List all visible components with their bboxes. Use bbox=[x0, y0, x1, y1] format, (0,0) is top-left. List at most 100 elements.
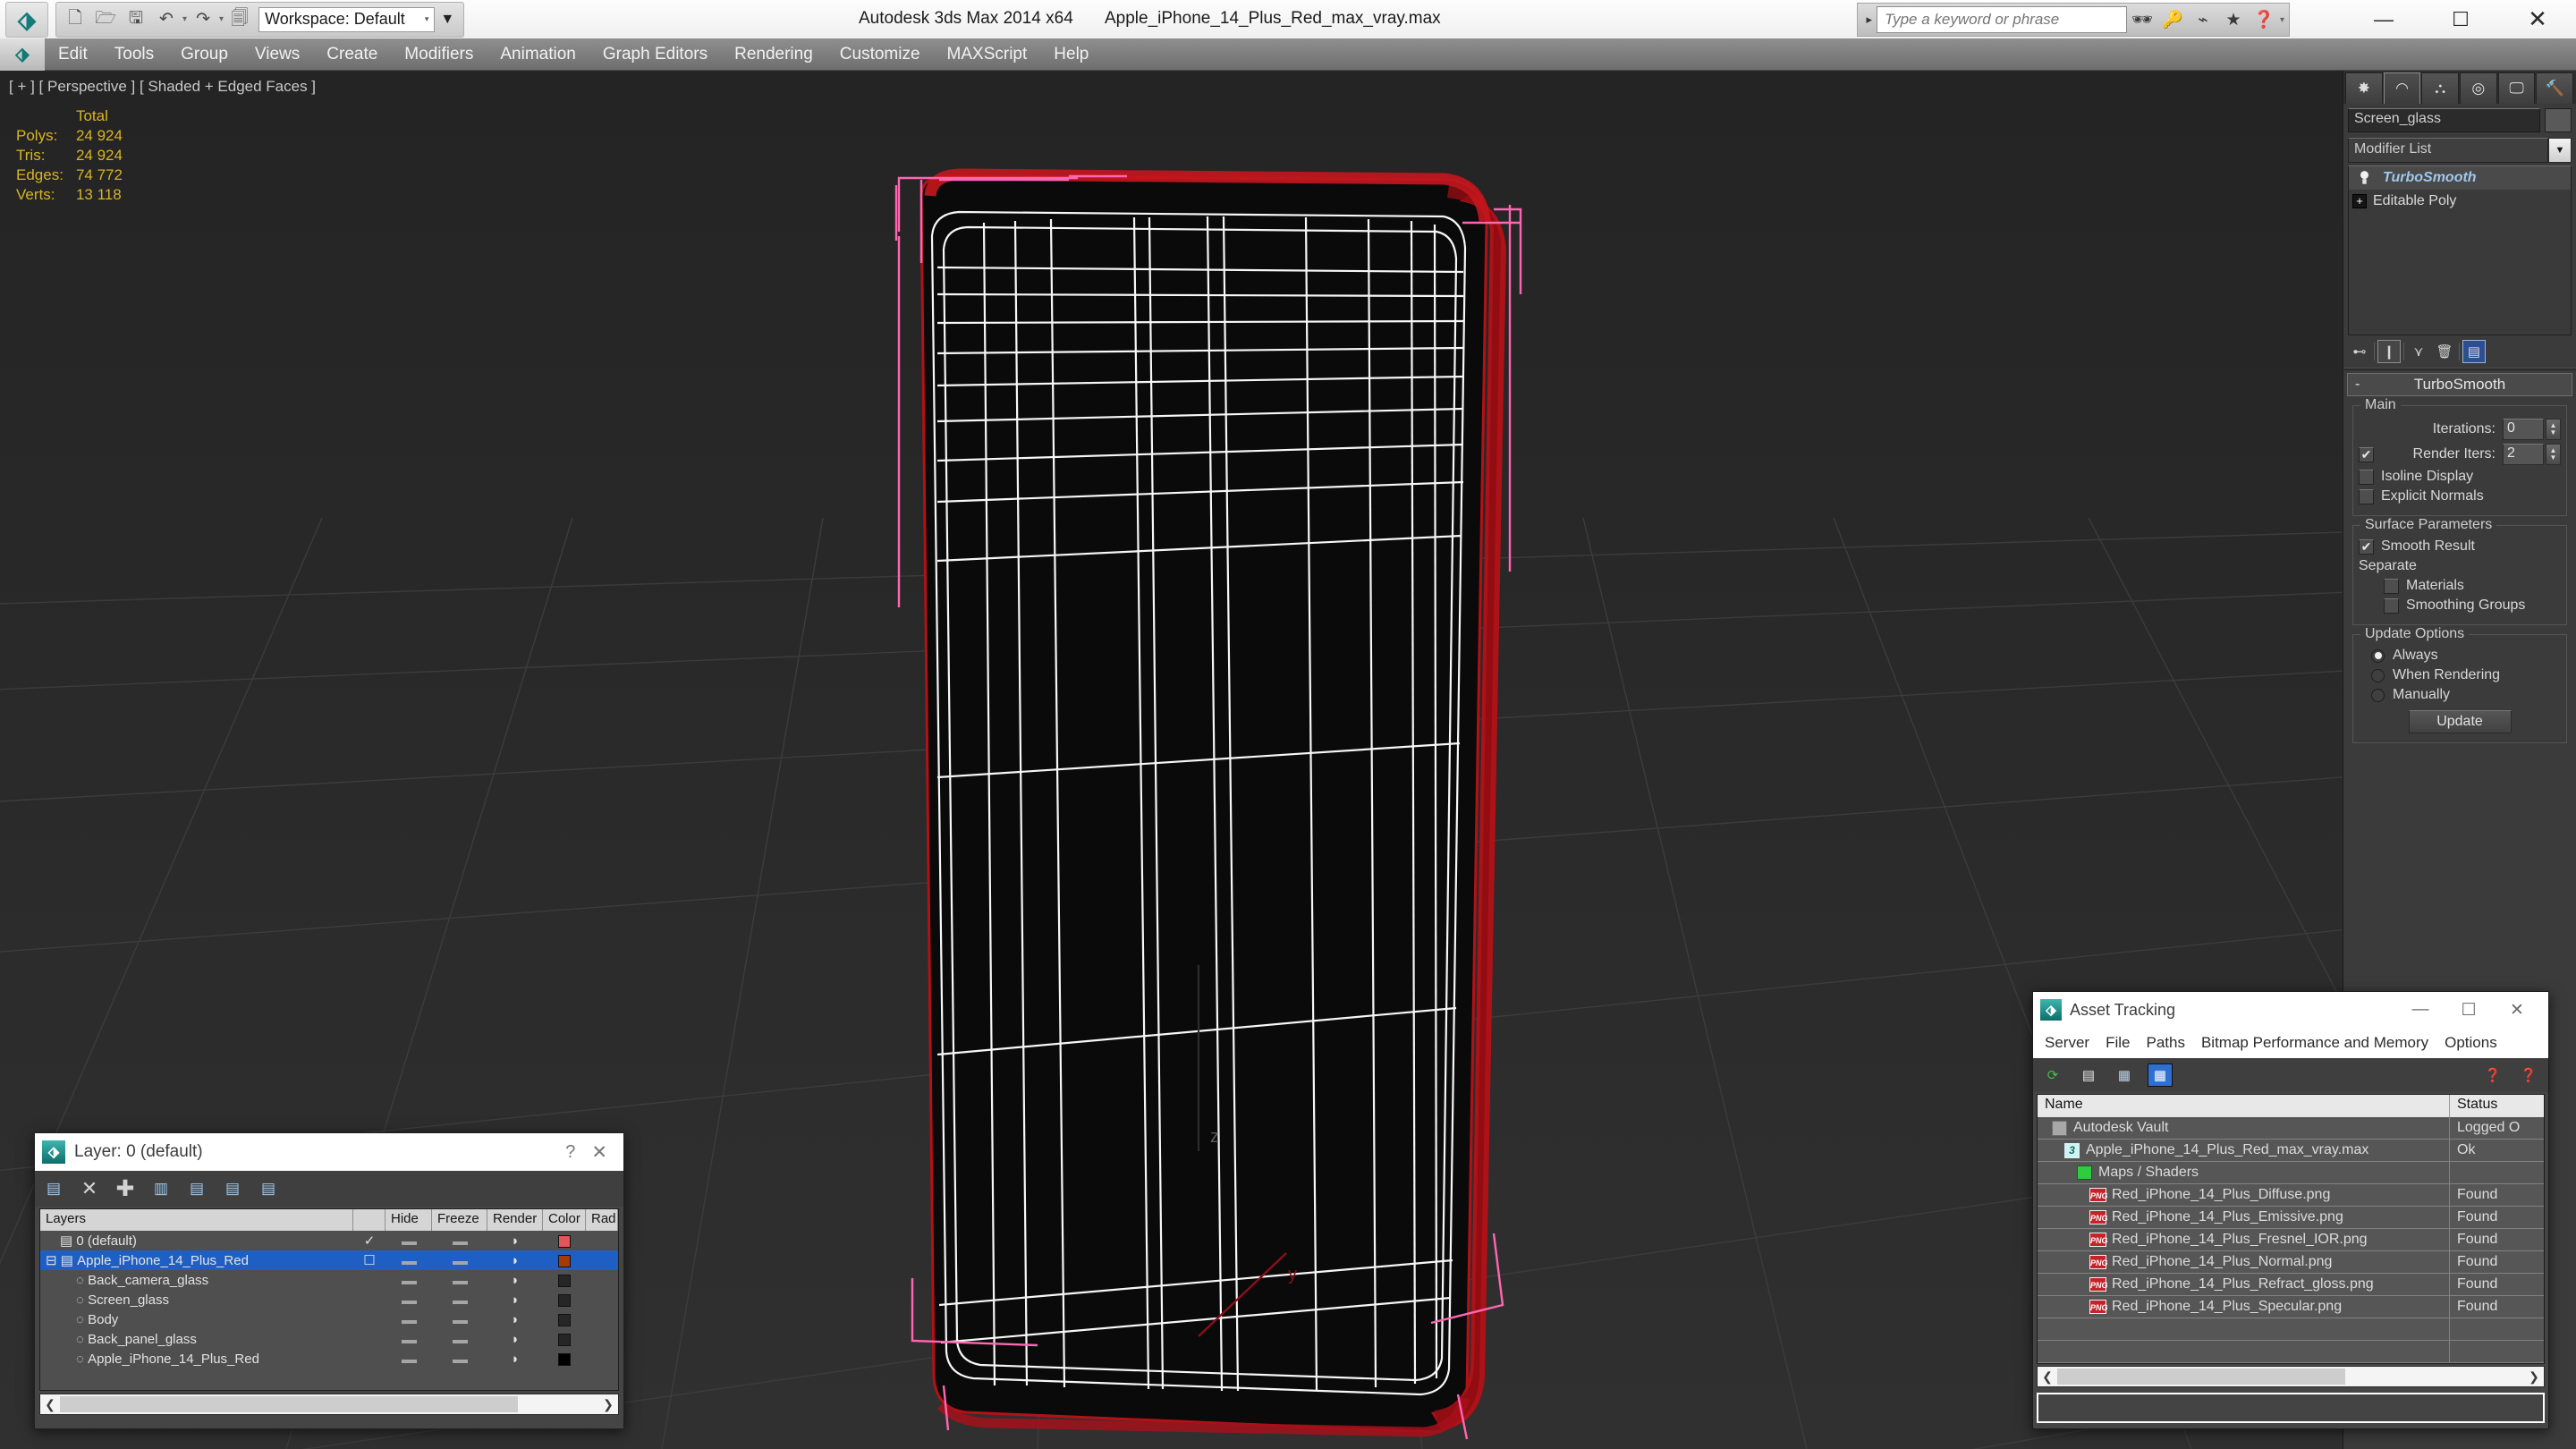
menu-item-animation[interactable]: Animation bbox=[487, 38, 589, 71]
column-name[interactable]: Name bbox=[2038, 1095, 2450, 1117]
menu-app-icon[interactable]: ⬗ bbox=[0, 38, 45, 71]
minimize-button[interactable]: — bbox=[2396, 992, 2445, 1028]
layer-row-apple-iphone-object[interactable]: ◌ Apple_iPhone_14_Plus_Red ◗ bbox=[40, 1349, 618, 1368]
show-end-result-icon[interactable]: ❙ bbox=[2377, 340, 2401, 363]
layer-hide-toggle[interactable] bbox=[386, 1292, 432, 1308]
smoothing-groups-row[interactable]: Smoothing Groups bbox=[2359, 597, 2561, 614]
spinner-arrows-icon[interactable]: ▲ ▼ bbox=[2546, 419, 2561, 440]
save-file-icon[interactable]: 🖫 bbox=[121, 5, 151, 34]
help-icon[interactable]: ? bbox=[549, 1142, 591, 1163]
delete-layer-icon[interactable]: ✕ bbox=[76, 1176, 103, 1201]
layer-horizontal-scrollbar[interactable]: ❮ ❯ bbox=[39, 1394, 619, 1415]
column-color[interactable]: Color bbox=[543, 1209, 586, 1231]
collapse-minus-icon[interactable]: ⊟ bbox=[46, 1252, 61, 1268]
layer-color-swatch[interactable] bbox=[543, 1332, 586, 1347]
minimize-button[interactable]: — bbox=[2345, 0, 2422, 38]
layer-hide-toggle[interactable] bbox=[386, 1312, 432, 1327]
list-view-icon[interactable]: ▤ bbox=[2076, 1063, 2101, 1087]
menu-item-bitmap-performance[interactable]: Bitmap Performance and Memory bbox=[2193, 1034, 2436, 1052]
layer-color-swatch[interactable] bbox=[543, 1273, 586, 1288]
display-tab[interactable]: 🖵 bbox=[2497, 72, 2536, 104]
update-option-when-rendering[interactable]: When Rendering bbox=[2359, 667, 2561, 683]
update-button[interactable]: Update bbox=[2408, 710, 2512, 733]
menu-item-file[interactable]: File bbox=[2097, 1034, 2138, 1052]
menu-item-options[interactable]: Options bbox=[2436, 1034, 2505, 1052]
utilities-tab[interactable]: 🔨 bbox=[2536, 72, 2574, 104]
smooth-result-checkbox[interactable]: ✔ bbox=[2359, 538, 2374, 555]
menu-item-rendering[interactable]: Rendering bbox=[721, 38, 826, 71]
modifier-stack[interactable]: TurboSmooth + Editable Poly bbox=[2348, 165, 2572, 335]
refresh-icon[interactable]: ⟳ bbox=[2040, 1063, 2065, 1087]
materials-checkbox[interactable] bbox=[2384, 578, 2399, 594]
configure-modifier-sets-icon[interactable]: ▤ bbox=[2462, 340, 2486, 363]
layer-row-selected[interactable]: ⊟ ▤ Apple_iPhone_14_Plus_Red ☐ ◗ bbox=[40, 1250, 618, 1270]
modify-tab[interactable]: ◠ bbox=[2383, 72, 2421, 104]
select-highlighted-layers-icon[interactable]: ▤ bbox=[183, 1176, 210, 1201]
project-folder-icon[interactable]: 🗐 bbox=[225, 5, 255, 34]
layer-freeze-toggle[interactable] bbox=[432, 1292, 487, 1308]
help-dropdown-icon[interactable]: ▾ bbox=[2279, 15, 2285, 25]
redo-dropdown-icon[interactable]: ▾ bbox=[218, 14, 225, 24]
menu-item-modifiers[interactable]: Modifiers bbox=[391, 38, 487, 71]
asset-tracking-dialog[interactable]: ⬗ Asset Tracking — ☐ ✕ Server File Paths… bbox=[2032, 991, 2549, 1429]
column-render[interactable]: Render bbox=[487, 1209, 543, 1231]
key-icon[interactable]: 🔑 bbox=[2157, 5, 2188, 34]
turbosmooth-rollout-header[interactable]: - TurboSmooth bbox=[2347, 373, 2572, 396]
layer-color-swatch[interactable] bbox=[543, 1312, 586, 1327]
search-expand-icon[interactable]: ▸ bbox=[1861, 13, 1877, 27]
layer-check[interactable]: ☐ bbox=[353, 1252, 386, 1268]
layer-freeze-toggle[interactable] bbox=[432, 1253, 487, 1268]
asset-row-fresnel-ior[interactable]: PNG Red_iPhone_14_Plus_Fresnel_IOR.png Fo… bbox=[2038, 1228, 2544, 1251]
scroll-left-icon[interactable]: ❮ bbox=[40, 1397, 60, 1412]
column-radiosity[interactable]: Rad bbox=[586, 1209, 618, 1231]
select-objects-in-layer-icon[interactable]: ▥ bbox=[148, 1176, 174, 1201]
layer-hide-toggle[interactable] bbox=[386, 1352, 432, 1367]
layer-freeze-toggle[interactable] bbox=[432, 1233, 487, 1249]
layer-row-back-camera-glass[interactable]: ◌ Back_camera_glass ◗ bbox=[40, 1270, 618, 1290]
layer-properties-icon[interactable]: ▤ bbox=[255, 1176, 282, 1201]
close-button[interactable]: ✕ bbox=[2493, 992, 2541, 1028]
chevron-down-icon[interactable]: ▼ bbox=[2548, 138, 2572, 163]
expand-plus-icon[interactable]: + bbox=[2352, 194, 2367, 208]
layer-row-back-panel-glass[interactable]: ◌ Back_panel_glass ◗ bbox=[40, 1329, 618, 1349]
explicit-normals-checkbox[interactable] bbox=[2359, 488, 2374, 504]
modifier-stack-item-editable-poly[interactable]: + Editable Poly bbox=[2349, 190, 2571, 213]
isoline-display-checkbox[interactable] bbox=[2359, 469, 2374, 485]
layer-render-toggle[interactable]: ◗ bbox=[487, 1312, 543, 1327]
radio-manually-icon[interactable] bbox=[2371, 688, 2385, 702]
redo-icon[interactable]: ↷ bbox=[188, 5, 218, 34]
layer-freeze-toggle[interactable] bbox=[432, 1312, 487, 1327]
cone-icon[interactable]: ⌁ bbox=[2188, 5, 2218, 34]
layer-freeze-toggle[interactable] bbox=[432, 1352, 487, 1367]
create-tab[interactable]: ✸ bbox=[2345, 72, 2383, 104]
menu-item-help[interactable]: Help bbox=[1040, 38, 1102, 71]
column-blank[interactable] bbox=[353, 1209, 386, 1231]
column-hide[interactable]: Hide bbox=[386, 1209, 432, 1231]
render-iters-value[interactable]: 2 bbox=[2503, 444, 2544, 465]
layer-freeze-toggle[interactable] bbox=[432, 1332, 487, 1347]
scrollbar-thumb[interactable] bbox=[2057, 1368, 2345, 1385]
menu-item-paths[interactable]: Paths bbox=[2138, 1034, 2192, 1052]
workspace-more-icon[interactable]: ▼ bbox=[435, 6, 460, 33]
asset-horizontal-scrollbar[interactable]: ❮ ❯ bbox=[2037, 1366, 2545, 1387]
radio-always-icon[interactable] bbox=[2371, 648, 2385, 663]
radio-when-rendering-icon[interactable] bbox=[2371, 668, 2385, 682]
layer-color-swatch[interactable] bbox=[543, 1292, 586, 1308]
menu-item-views[interactable]: Views bbox=[242, 38, 313, 71]
favorites-star-icon[interactable]: ★ bbox=[2218, 5, 2249, 34]
create-new-layer-icon[interactable]: ▤ bbox=[40, 1176, 67, 1201]
iterations-value[interactable]: 0 bbox=[2503, 419, 2544, 440]
layer-render-toggle[interactable]: ◗ bbox=[487, 1292, 543, 1308]
column-status[interactable]: Status bbox=[2450, 1095, 2544, 1117]
layer-hide-toggle[interactable] bbox=[386, 1332, 432, 1347]
layer-hide-toggle[interactable] bbox=[386, 1233, 432, 1249]
open-file-icon[interactable]: 🗁 bbox=[90, 5, 121, 34]
column-layers[interactable]: Layers bbox=[40, 1209, 353, 1231]
layer-color-swatch[interactable] bbox=[543, 1233, 586, 1249]
scroll-right-icon[interactable]: ❯ bbox=[598, 1397, 618, 1412]
maximize-button[interactable]: ☐ bbox=[2445, 992, 2493, 1028]
help-question-icon[interactable]: ❓ bbox=[2249, 5, 2279, 34]
scroll-left-icon[interactable]: ❮ bbox=[2038, 1369, 2057, 1385]
undo-dropdown-icon[interactable]: ▾ bbox=[182, 14, 188, 24]
scroll-right-icon[interactable]: ❯ bbox=[2524, 1369, 2544, 1385]
